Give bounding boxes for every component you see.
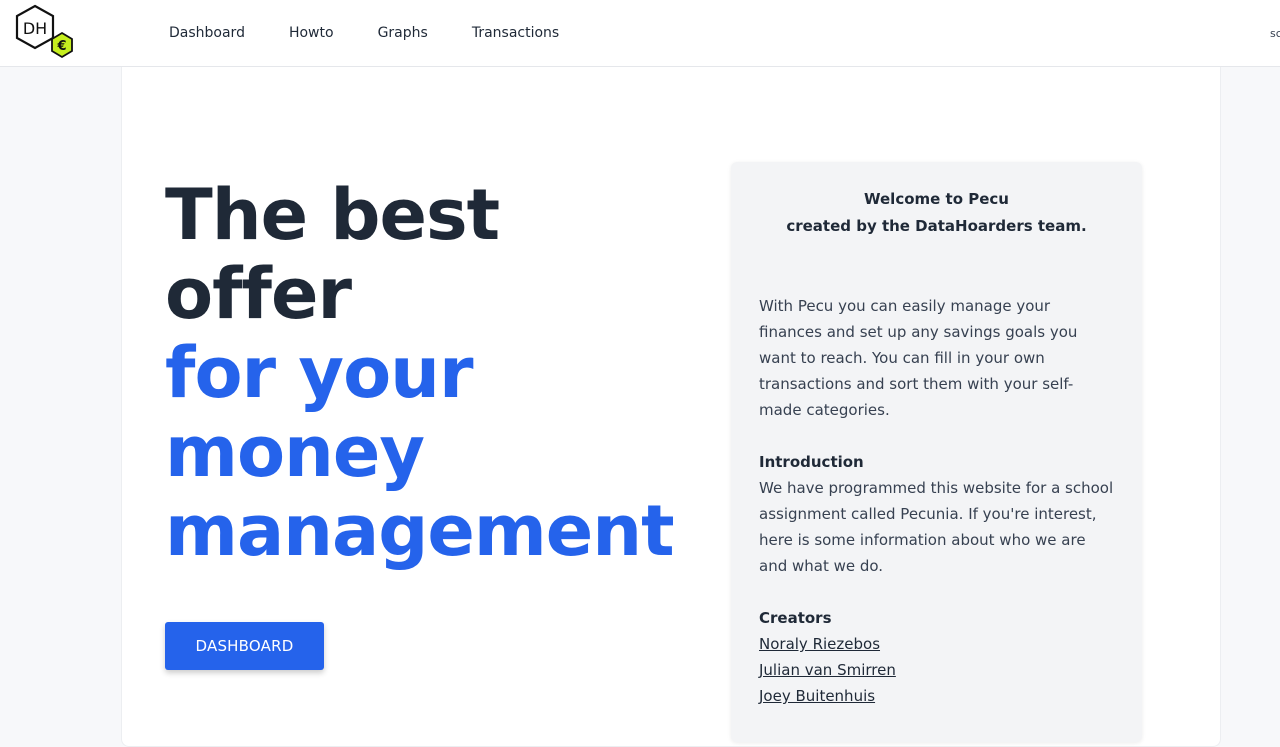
hero-line-5: management (165, 490, 675, 572)
hero-line-3: for your (165, 332, 474, 414)
datahoarders-logo[interactable]: DH € (13, 4, 77, 62)
creator-link-noraly[interactable]: Noraly Riezebos (759, 631, 1114, 657)
nav-howto[interactable]: Howto (289, 24, 334, 42)
introduction-text: We have programmed this website for a sc… (759, 479, 1114, 575)
logo-text: DH (23, 19, 47, 38)
euro-icon: € (56, 39, 66, 54)
nav-graphs[interactable]: Graphs (378, 24, 428, 42)
introduction-title: Introduction (759, 453, 864, 471)
hero-line-4: money (165, 411, 425, 493)
welcome-info-panel: Welcome to Pecu created by the DataHoard… (731, 162, 1142, 742)
welcome-line-2: created by the DataHoarders team. (786, 217, 1087, 235)
hero-line-2: offer (165, 253, 352, 335)
truncated-nav-item[interactable]: sc (1270, 27, 1280, 40)
main-nav: Dashboard Howto Graphs Transactions (169, 24, 603, 42)
creator-link-julian[interactable]: Julian van Smirren (759, 657, 1114, 683)
hero-line-1: The best (165, 174, 500, 256)
dashboard-button[interactable]: DASHBOARD (165, 622, 324, 670)
welcome-heading: Welcome to Pecu created by the DataHoard… (759, 186, 1114, 240)
intro-paragraph: With Pecu you can easily manage your fin… (759, 297, 1078, 419)
top-navbar: DH € Dashboard Howto Graphs Transactions… (0, 0, 1280, 67)
creator-link-joey[interactable]: Joey Buitenhuis (759, 683, 1114, 709)
hero-headline: The best offer for your money management (165, 176, 685, 571)
creators-title: Creators (759, 609, 832, 627)
nav-transactions[interactable]: Transactions (472, 24, 559, 42)
welcome-line-1: Welcome to Pecu (864, 190, 1009, 208)
nav-dashboard[interactable]: Dashboard (169, 24, 245, 42)
